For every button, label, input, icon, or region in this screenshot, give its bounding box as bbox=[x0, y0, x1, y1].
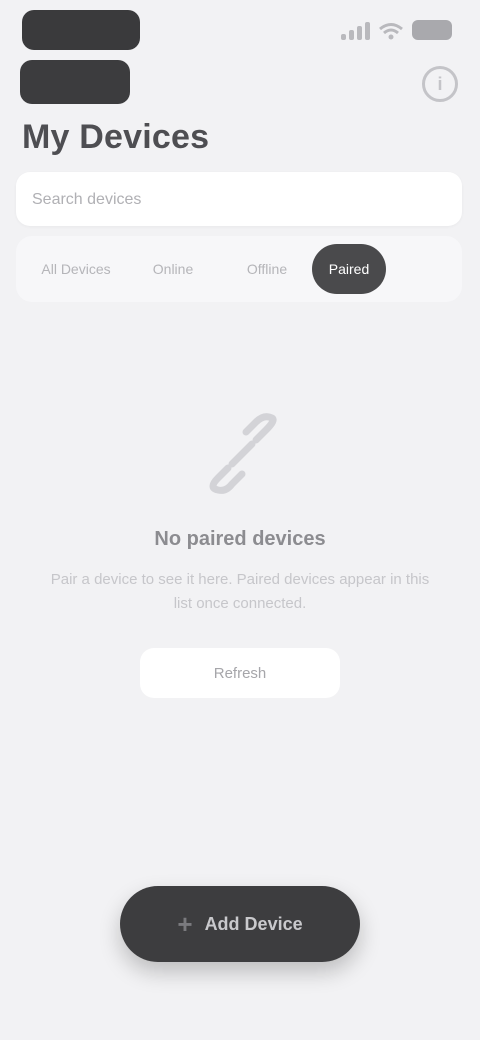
signal-icon bbox=[341, 20, 370, 40]
info-icon[interactable]: i bbox=[422, 66, 458, 102]
tab-paired[interactable]: Paired bbox=[312, 244, 386, 294]
add-device-label: Add Device bbox=[204, 913, 303, 934]
tab-online[interactable]: Online bbox=[128, 252, 218, 286]
status-icons bbox=[341, 20, 452, 40]
wifi-icon bbox=[379, 23, 403, 40]
search-input[interactable] bbox=[30, 172, 444, 228]
empty-state-description: Pair a device to see it here. Paired dev… bbox=[50, 571, 430, 612]
tab-offline[interactable]: Offline bbox=[222, 252, 312, 286]
tab-all-devices[interactable]: All Devices bbox=[26, 252, 126, 286]
filter-tabs: All Devices Online Offline Paired bbox=[16, 236, 462, 302]
search-bar[interactable] bbox=[16, 172, 462, 228]
plus-icon: + bbox=[177, 909, 193, 939]
status-time bbox=[22, 10, 140, 50]
add-device-button[interactable]: + Add Device bbox=[120, 886, 360, 962]
page-title: My Devices bbox=[22, 118, 210, 156]
status-bar bbox=[0, 0, 480, 56]
back-button[interactable] bbox=[20, 60, 130, 104]
battery-icon bbox=[412, 20, 452, 40]
refresh-button[interactable]: Refresh bbox=[140, 648, 340, 698]
empty-state-title: No paired devices bbox=[154, 528, 326, 550]
link-icon bbox=[209, 413, 277, 494]
